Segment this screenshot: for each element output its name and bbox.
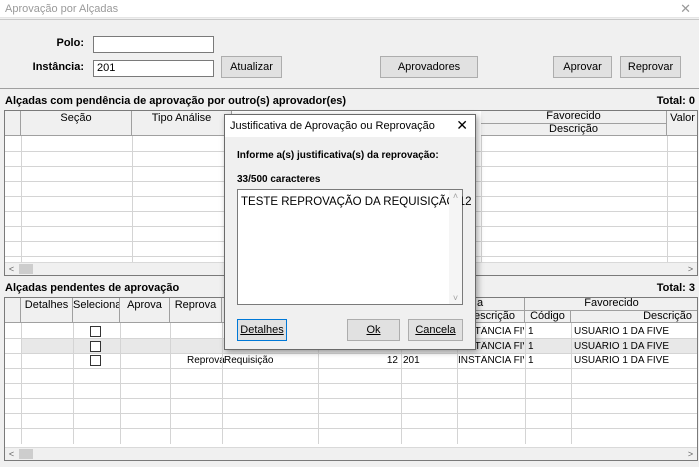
codigo-cell: 1 — [528, 341, 534, 352]
grid-row-line — [5, 383, 697, 384]
col-favorecido[interactable]: Favorecido — [525, 298, 697, 311]
instancia-cell: 201 — [403, 355, 420, 366]
section2-total: Total: 3 — [656, 282, 695, 294]
codigo-cell: 1 — [528, 355, 534, 366]
grid-col-line — [170, 323, 171, 444]
polo-label: Polo: — [56, 37, 85, 49]
aprovar-button[interactable]: Aprovar — [553, 56, 612, 78]
dialog-cancela-button[interactable]: Cancela — [408, 319, 463, 341]
select-checkbox[interactable] — [90, 326, 101, 337]
textarea-vscrollbar[interactable]: ˄ ˅ — [449, 190, 462, 304]
grid-row-line — [5, 428, 697, 429]
aprovadores-button[interactable]: Aprovadores — [380, 56, 478, 78]
window-title: Aprovação por Alçadas — [5, 3, 119, 15]
col-tipo-analise[interactable]: Tipo Análise — [132, 111, 232, 136]
grid-row-line — [5, 353, 697, 354]
close-icon[interactable]: ✕ — [680, 1, 691, 17]
grid-col-line — [132, 136, 133, 262]
section2-title: Alçadas pendentes de aprovação — [5, 282, 180, 294]
fav-desc-cell: USUÁRIO 1 DA FIVE — [574, 326, 670, 337]
section1-title: Alçadas com pendência de aprovação por o… — [5, 95, 347, 107]
scroll-left-icon[interactable]: < — [5, 448, 18, 460]
col-selecionar[interactable]: Selecionar — [73, 298, 120, 323]
col-codigo[interactable]: Código — [525, 311, 571, 323]
grid-row-line — [5, 368, 697, 369]
dialog-cancela-label: Cancela — [415, 324, 456, 336]
fav-desc-cell: USUÁRIO 1 DA FIVE — [574, 355, 670, 366]
dialog-detalhes-button[interactable]: Detalhes — [237, 319, 287, 341]
section1-total: Total: 0 — [656, 95, 695, 107]
codigo-cell: 1 — [528, 326, 534, 337]
scroll-right-icon[interactable]: > — [684, 263, 697, 275]
scroll-thumb[interactable] — [19, 264, 33, 274]
scroll-thumb[interactable] — [19, 449, 33, 459]
grid-col-line — [21, 136, 22, 262]
reprovar-button[interactable]: Reprovar — [620, 56, 681, 78]
dialog-close-icon[interactable]: ✕ — [456, 117, 468, 134]
dialog-titlebar[interactable]: Justificativa de Aprovação ou Reprovação… — [225, 115, 475, 137]
dialog-prompt: Informe a(s) justificativa(s) da reprova… — [237, 150, 439, 161]
dialog-ok-label: Ok — [366, 324, 381, 336]
dialog-counter: 33/500 caracteres — [237, 174, 321, 185]
select-checkbox[interactable] — [90, 355, 101, 366]
col-fav-descricao[interactable]: Descrição — [571, 311, 697, 323]
col-favorecido[interactable]: Favorecido — [481, 111, 667, 124]
row-header-corner — [5, 111, 21, 136]
reprova-cell[interactable]: Reprova — [187, 355, 225, 366]
grid-row-line — [5, 413, 697, 414]
grid-col-line — [120, 323, 121, 444]
tipo-cell: Requisição — [224, 355, 274, 366]
select-checkbox[interactable] — [90, 341, 101, 352]
grid-col-line — [481, 136, 482, 262]
col-reprova[interactable]: Reprova — [170, 298, 222, 323]
dialog-detalhes-label: Detalhes — [240, 324, 284, 336]
scroll-right-icon[interactable]: > — [684, 448, 697, 460]
dialog-title: Justificativa de Aprovação ou Reprovação — [230, 120, 435, 132]
justificativa-text: TESTE REPROVAÇÃO DA REQUISIÇÃO 12 — [241, 196, 472, 208]
section2-hscrollbar[interactable]: < > — [5, 447, 697, 460]
atualizar-button[interactable]: Atualizar — [221, 56, 282, 78]
numero-cell: 12 — [386, 355, 398, 366]
justificativa-dialog[interactable]: Justificativa de Aprovação ou Reprovação… — [224, 114, 476, 350]
col-detalhes[interactable]: Detalhes — [21, 298, 73, 323]
grid-col-line — [21, 323, 22, 444]
justificativa-textarea[interactable]: TESTE REPROVAÇÃO DA REQUISIÇÃO 12 ˄ ˅ — [237, 189, 471, 305]
col-valor[interactable]: Valor — [667, 111, 697, 136]
fav-desc-cell: USUÁRIO 1 DA FIVE — [574, 341, 670, 352]
filter-panel: Polo: Instância: 201 Atualizar Aprovador… — [0, 19, 699, 89]
grid-col-line — [73, 323, 74, 444]
col-aprova[interactable]: Aprova — [120, 298, 170, 323]
dialog-ok-button[interactable]: Ok — [347, 319, 400, 341]
col-secao[interactable]: Seção — [21, 111, 132, 136]
scroll-left-icon[interactable]: < — [5, 263, 18, 275]
grid-col-line — [667, 136, 668, 262]
polo-input[interactable] — [93, 36, 214, 53]
scroll-up-icon[interactable]: ˄ — [449, 191, 462, 201]
grid-row-line — [5, 398, 697, 399]
inst-desc-cell: INSTÂNCIA FIVE — [458, 355, 524, 366]
grid-col-line — [571, 323, 572, 444]
row-header-corner — [5, 298, 21, 323]
instancia-label: Instância: — [32, 61, 84, 73]
window-titlebar: Aprovação por Alçadas ✕ — [0, 0, 699, 18]
col-descricao[interactable]: Descrição — [481, 124, 667, 136]
scroll-down-icon[interactable]: ˅ — [449, 293, 462, 303]
instancia-input[interactable]: 201 — [93, 60, 214, 77]
grid-col-line — [222, 323, 223, 444]
grid-col-line — [525, 323, 526, 444]
